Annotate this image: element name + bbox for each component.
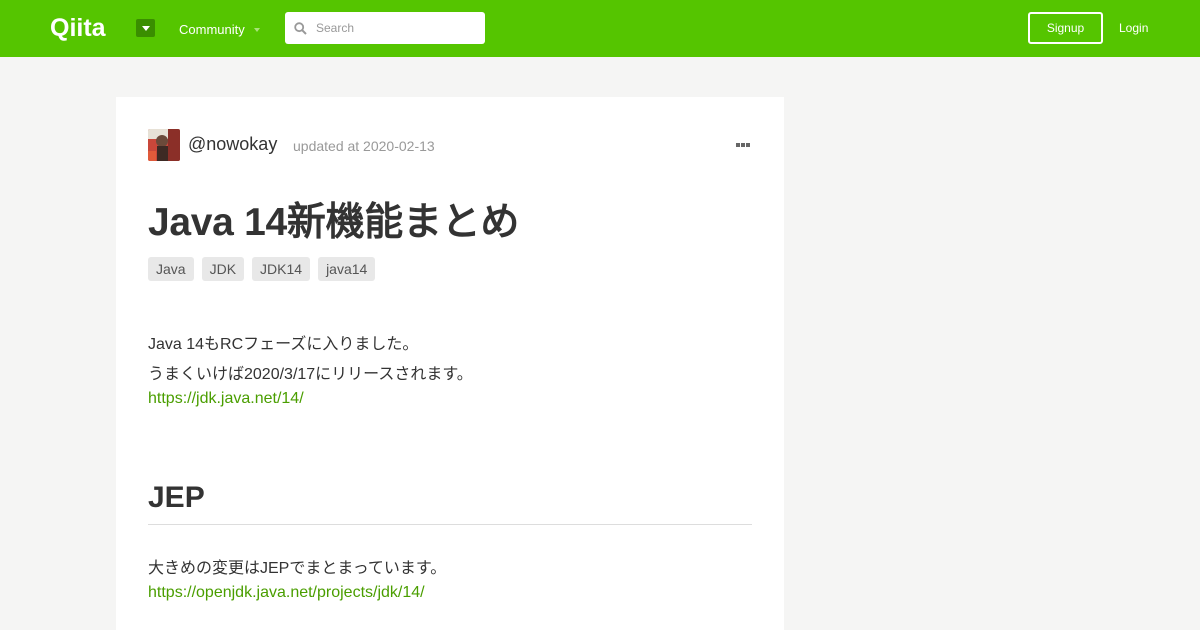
article-title: Java 14新機能まとめ (148, 201, 520, 244)
article-card: @nowokay updated at 2020-02-13 Java 14新機… (116, 97, 784, 630)
caret-down-icon (253, 27, 260, 32)
tag-java14[interactable]: java14 (318, 257, 376, 281)
site-menu-button[interactable] (136, 19, 155, 37)
search-input[interactable] (316, 12, 476, 44)
intro-line-2: うまくいけば2020/3/17にリリースされます。 (148, 366, 473, 383)
qiita-logo[interactable]: Qiita (50, 14, 126, 42)
avatar[interactable] (148, 129, 180, 161)
section-heading-jep: JEP (148, 481, 752, 525)
updated-date: updated at 2020-02-13 (293, 138, 435, 154)
intro-line-1: Java 14もRCフェーズに入りました。 (148, 336, 419, 353)
avatar-image (148, 129, 180, 161)
search-box (285, 12, 485, 44)
openjdk-project-link[interactable]: https://openjdk.java.net/projects/jdk/14… (148, 584, 425, 602)
jdk-download-link[interactable]: https://jdk.java.net/14/ (148, 390, 304, 408)
author-username[interactable]: @nowokay (188, 134, 277, 155)
logo-text: Qiita (50, 14, 107, 42)
tag-list: Java JDK JDK14 java14 (148, 257, 376, 281)
search-icon (294, 22, 307, 35)
community-menu[interactable]: Community (179, 22, 260, 37)
global-header: Qiita Community Signup Login (0, 0, 1200, 57)
tag-jdk14[interactable]: JDK14 (252, 257, 311, 281)
login-link[interactable]: Login (1119, 21, 1148, 35)
more-options-icon[interactable] (736, 143, 750, 147)
tag-java[interactable]: Java (148, 257, 194, 281)
community-label: Community (179, 22, 245, 37)
tag-jdk[interactable]: JDK (201, 257, 245, 281)
chevron-down-icon (141, 25, 150, 31)
signup-button[interactable]: Signup (1028, 12, 1103, 44)
section-line-1: 大きめの変更はJEPでまとまっています。 (148, 560, 447, 577)
